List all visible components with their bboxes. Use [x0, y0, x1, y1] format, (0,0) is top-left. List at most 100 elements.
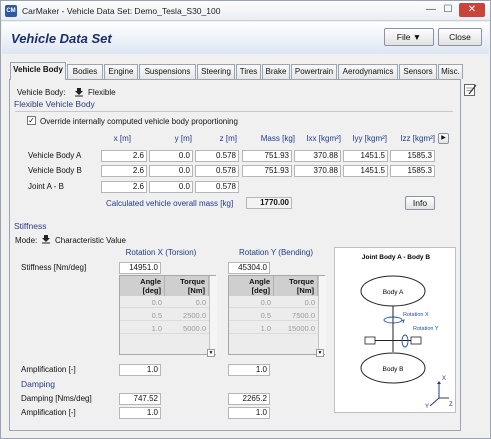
bending-table[interactable]: Angle [deg] Torque [Nm] 0.0 0.0 0.5 7500.0…: [228, 275, 326, 355]
table-cell[interactable]: 0.0: [274, 298, 318, 308]
damping-label: Damping [Nms/deg]: [21, 394, 92, 403]
col-header-x: x [m]: [113, 134, 131, 143]
axis-z-label: X: [442, 376, 446, 382]
tab-misc[interactable]: Misc.: [438, 64, 463, 79]
body-a-y-input[interactable]: 0.0: [149, 150, 193, 162]
body-a-x-input[interactable]: 2.6: [101, 150, 147, 162]
body-b-z-input[interactable]: 0.578: [195, 165, 239, 177]
body-a-izz-input[interactable]: 1585.3: [390, 150, 435, 162]
axis-x-label: Z: [449, 402, 453, 408]
stiffness-bending-input[interactable]: 45304.0: [228, 262, 270, 274]
table-cell[interactable]: 7500.0: [274, 311, 318, 321]
joint-diagram: Joint Body A - Body B Body A Rotation X …: [334, 247, 456, 413]
tab-aerodynamics[interactable]: Aerodynamics: [338, 64, 398, 79]
tab-bodies[interactable]: Bodies: [67, 64, 103, 79]
mode-dropdown-icon[interactable]: [41, 234, 51, 244]
body-a-z-input[interactable]: 0.578: [195, 150, 239, 162]
window-title: CarMaker - Vehicle Data Set: Demo_Tesla_…: [22, 6, 221, 16]
torsion-table[interactable]: Angle [deg] Torque [Nm] 0.0 0.0 0.5 2500.0…: [119, 275, 217, 355]
tab-vehicle-body[interactable]: Vehicle Body: [10, 62, 66, 80]
torsion-torque-header: Torque [Nm]: [165, 276, 209, 296]
damping-amplification-label: Amplification [-]: [21, 408, 76, 417]
notepad-icon[interactable]: [463, 83, 477, 97]
table-cell[interactable]: 1.0: [120, 324, 165, 334]
damping-amp-torsion-input[interactable]: 1.0: [119, 407, 161, 419]
col-header-z: z [m]: [219, 134, 237, 143]
tab-engine[interactable]: Engine: [104, 64, 138, 79]
col-header-izz: Izz [kgm²]: [400, 134, 435, 143]
joint-x-input[interactable]: 2.6: [101, 181, 147, 193]
row-label-body-a: Vehicle Body A: [28, 151, 82, 160]
tab-suspensions[interactable]: Suspensions: [139, 64, 196, 79]
title-bar: CM CarMaker - Vehicle Data Set: Demo_Tes…: [1, 1, 490, 21]
vehicle-body-label: Vehicle Body:: [17, 88, 66, 97]
page-title: Vehicle Data Set: [11, 31, 112, 46]
body-a-iyy-input[interactable]: 1451.5: [343, 150, 388, 162]
tab-tires[interactable]: Tires: [236, 64, 261, 79]
total-mass-value: 1770.00: [246, 197, 292, 209]
total-mass-label: Calculated vehicle overall mass [kg]: [106, 199, 234, 208]
window-close-button[interactable]: ✕: [459, 3, 485, 17]
body-a-mass-input[interactable]: 751.93: [242, 150, 292, 162]
tab-powertrain[interactable]: Powertrain: [291, 64, 337, 79]
mode-label: Mode:: [15, 236, 38, 245]
stiffness-torsion-input[interactable]: 14951.0: [119, 262, 161, 274]
damping-section-title: Damping: [21, 379, 56, 389]
rotation-y-label: Rotation Y: [413, 326, 439, 332]
rotation-x-label: Rotation X: [403, 312, 429, 318]
vehicle-body-value[interactable]: Flexible: [88, 88, 116, 97]
table-cell[interactable]: 0.5: [120, 311, 165, 321]
scroll-right-button[interactable]: ▶: [438, 133, 449, 144]
table-cell[interactable]: 0.0: [165, 298, 209, 308]
tab-brake[interactable]: Brake: [262, 64, 290, 79]
app-window: CM CarMaker - Vehicle Data Set: Demo_Tes…: [0, 0, 491, 439]
minimize-button[interactable]: —: [424, 3, 438, 17]
stiffness-section-title: Stiffness: [14, 221, 47, 231]
joint-y-input[interactable]: 0.0: [149, 181, 193, 193]
damping-torsion-input[interactable]: 747.52: [119, 393, 161, 405]
close-button[interactable]: Close: [438, 28, 482, 46]
tab-sensors[interactable]: Sensors: [399, 64, 437, 79]
damping-bending-input[interactable]: 2265.2: [228, 393, 270, 405]
download-arrow-icon[interactable]: [74, 87, 84, 97]
bending-table-scrollbar[interactable]: [318, 276, 326, 354]
bending-scroll-down-button[interactable]: ▼: [316, 349, 324, 357]
table-cell[interactable]: 15000.0: [274, 324, 318, 334]
axis-y-label: Y: [425, 404, 429, 410]
damping-amp-bending-input[interactable]: 1.0: [228, 407, 270, 419]
bending-angle-header: Angle [deg]: [229, 276, 274, 296]
override-label: Override internally computed vehicle bod…: [40, 117, 238, 126]
body-b-izz-input[interactable]: 1585.3: [390, 165, 435, 177]
row-label-joint: Joint A - B: [28, 182, 65, 191]
maximize-button[interactable]: ☐: [441, 3, 455, 17]
table-cell[interactable]: 0.0: [120, 298, 165, 308]
mode-value[interactable]: Characteristic Value: [55, 236, 126, 245]
tab-steering[interactable]: Steering: [197, 64, 235, 79]
amp-bending-input[interactable]: 1.0: [228, 364, 270, 376]
torsion-table-scrollbar[interactable]: [209, 276, 217, 354]
body-b-ixx-input[interactable]: 370.88: [294, 165, 341, 177]
carmaker-app-icon: CM: [5, 5, 17, 17]
col-header-y: y [m]: [174, 134, 192, 143]
flexible-section-title: Flexible Vehicle Body: [14, 99, 95, 109]
override-checkbox[interactable]: ✓: [27, 116, 36, 125]
torsion-scroll-down-button[interactable]: ▼: [207, 349, 215, 357]
body-b-mass-input[interactable]: 751.93: [242, 165, 292, 177]
table-cell[interactable]: 0.0: [229, 298, 274, 308]
joint-z-input[interactable]: 0.578: [195, 181, 239, 193]
info-button[interactable]: Info: [405, 196, 435, 210]
section-divider: [15, 111, 453, 112]
torsion-angle-header: Angle [deg]: [120, 276, 165, 296]
body-b-y-input[interactable]: 0.0: [149, 165, 193, 177]
body-b-x-input[interactable]: 2.6: [101, 165, 147, 177]
table-cell[interactable]: 2500.0: [165, 311, 209, 321]
table-cell[interactable]: 0.5: [229, 311, 274, 321]
body-a-label: Body A: [383, 289, 404, 296]
table-cell[interactable]: 5000.0: [165, 324, 209, 334]
body-a-ixx-input[interactable]: 370.88: [294, 150, 341, 162]
table-cell[interactable]: 1.0: [229, 324, 274, 334]
body-b-iyy-input[interactable]: 1451.5: [343, 165, 388, 177]
file-menu-button[interactable]: File ▼: [384, 28, 434, 46]
amplification-label: Amplification [-]: [21, 365, 76, 374]
amp-torsion-input[interactable]: 1.0: [119, 364, 161, 376]
